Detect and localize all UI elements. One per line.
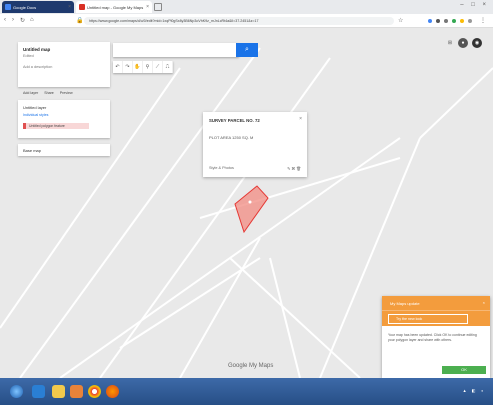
tab-my-maps[interactable]: Untitled map - Google My Maps × (76, 1, 152, 13)
apps-grid-icon[interactable]: ⊞ (445, 38, 455, 48)
map-sidebar: Untitled map Edited Add a description Ad… (18, 42, 110, 156)
browser-toolbar: ‹ › ↻ ⌂ 🔒 https://www.google.com/maps/d/… (0, 14, 493, 28)
chrome-icon[interactable] (88, 385, 101, 398)
close-icon[interactable]: × (483, 300, 485, 305)
menu-dots-icon[interactable]: ⋮ (480, 17, 486, 24)
layer-style-link[interactable]: Individual styles (23, 113, 105, 117)
docs-favicon-icon (5, 4, 11, 10)
home-icon[interactable]: ⌂ (30, 17, 34, 23)
notification-title: My Maps update (390, 301, 420, 306)
preview-button[interactable]: Preview (60, 91, 73, 95)
tab-google-docs[interactable]: Google Docs × (2, 1, 74, 13)
layer-name[interactable]: Untitled layer (23, 105, 105, 110)
add-layer-button[interactable]: Add layer (23, 91, 38, 95)
extension-icon[interactable] (444, 19, 448, 23)
edit-delete-icons[interactable]: ✎ ⌘ 🗑 (287, 166, 301, 171)
style-photos-link[interactable]: Style & Photos (209, 166, 234, 171)
search-button[interactable]: ⌕ (236, 43, 258, 57)
system-tray[interactable]: ▲ ◧ ◑ (463, 388, 485, 393)
extension-icon[interactable] (428, 19, 432, 23)
popup-title: SURVEY PARCEL NO. 72 (209, 118, 260, 123)
measure-tool[interactable]: ⎍ (163, 61, 173, 73)
extension-icon[interactable] (452, 19, 456, 23)
map-description[interactable]: Add a description (23, 65, 105, 69)
windows-taskbar: ▲ ◧ ◑ (0, 378, 493, 405)
close-icon[interactable]: × (299, 116, 302, 122)
try-new-look-button[interactable]: Try the new look (388, 313, 468, 324)
feature-item[interactable]: Untitled polygon feature (23, 123, 89, 129)
notifications-icon[interactable]: ● (458, 38, 468, 48)
popup-footer: Style & Photos ✎ ⌘ 🗑 (209, 166, 301, 171)
google-logo: Google My Maps (228, 363, 274, 369)
ok-button[interactable]: OK (442, 366, 486, 374)
folder-icon[interactable] (52, 385, 65, 398)
basemap-label: Base map (23, 148, 42, 153)
tab-label: Google Docs (13, 4, 37, 10)
browser-titlebar: Google Docs × Untitled map - Google My M… (0, 0, 493, 14)
star-icon[interactable]: ☆ (398, 17, 403, 24)
notification-action-row: Try the new look (382, 310, 490, 326)
map-actions: Add layer Share Preview (18, 87, 110, 99)
extension-icon[interactable] (468, 19, 472, 23)
search-icon: ⌕ (245, 46, 249, 53)
lock-icon: 🔒 (76, 18, 84, 24)
avatar[interactable]: ◉ (472, 38, 482, 48)
ie-icon[interactable] (32, 385, 45, 398)
line-tool[interactable]: ⟋ (153, 61, 163, 73)
reload-icon[interactable]: ↻ (20, 17, 25, 24)
start-button-icon[interactable] (10, 385, 23, 398)
notification-body: Your map has been updated. Click OK to c… (388, 333, 477, 342)
media-player-icon[interactable] (70, 385, 83, 398)
window-controls[interactable]: – □ × (460, 2, 489, 8)
extension-icon[interactable] (460, 19, 464, 23)
search-input[interactable] (113, 43, 239, 57)
address-bar[interactable]: https://www.google.com/maps/d/u/0/edit?m… (84, 17, 394, 25)
redo-tool[interactable]: ↷ (123, 61, 133, 73)
tab-label: Untitled map - Google My Maps (87, 4, 144, 10)
forward-arrow-icon[interactable]: › (12, 17, 14, 23)
share-button[interactable]: Share (44, 91, 54, 95)
basemap-card[interactable]: Base map (18, 144, 110, 156)
firefox-icon[interactable] (106, 385, 119, 398)
notification-header: My Maps update × (382, 296, 490, 310)
map-title-card: Untitled map Edited Add a description (18, 42, 110, 87)
extension-icon[interactable] (436, 19, 440, 23)
pan-tool[interactable]: ✋ (133, 61, 143, 73)
marker-tool[interactable]: ⚲ (143, 61, 153, 73)
undo-tool[interactable]: ↶ (113, 61, 123, 73)
map-meta: Edited (23, 54, 34, 58)
popup-subtitle: PLOT AREA 1250 SQ. M (209, 135, 254, 140)
close-icon[interactable]: × (146, 4, 149, 10)
parcel-polygon (234, 185, 269, 234)
new-tab-button[interactable] (154, 3, 162, 11)
layer-card: Untitled layer Individual styles Untitle… (18, 100, 110, 138)
back-arrow-icon[interactable]: ‹ (4, 17, 6, 23)
draw-toolbar: ↶ ↷ ✋ ⚲ ⟋ ⎍ (113, 61, 173, 73)
feature-info-popup: SURVEY PARCEL NO. 72 × PLOT AREA 1250 SQ… (203, 112, 307, 177)
close-icon[interactable]: × (68, 4, 71, 10)
map-title[interactable]: Untitled map (23, 47, 105, 52)
update-notification: My Maps update × Try the new look Your m… (382, 296, 490, 378)
maps-favicon-icon (79, 4, 85, 10)
